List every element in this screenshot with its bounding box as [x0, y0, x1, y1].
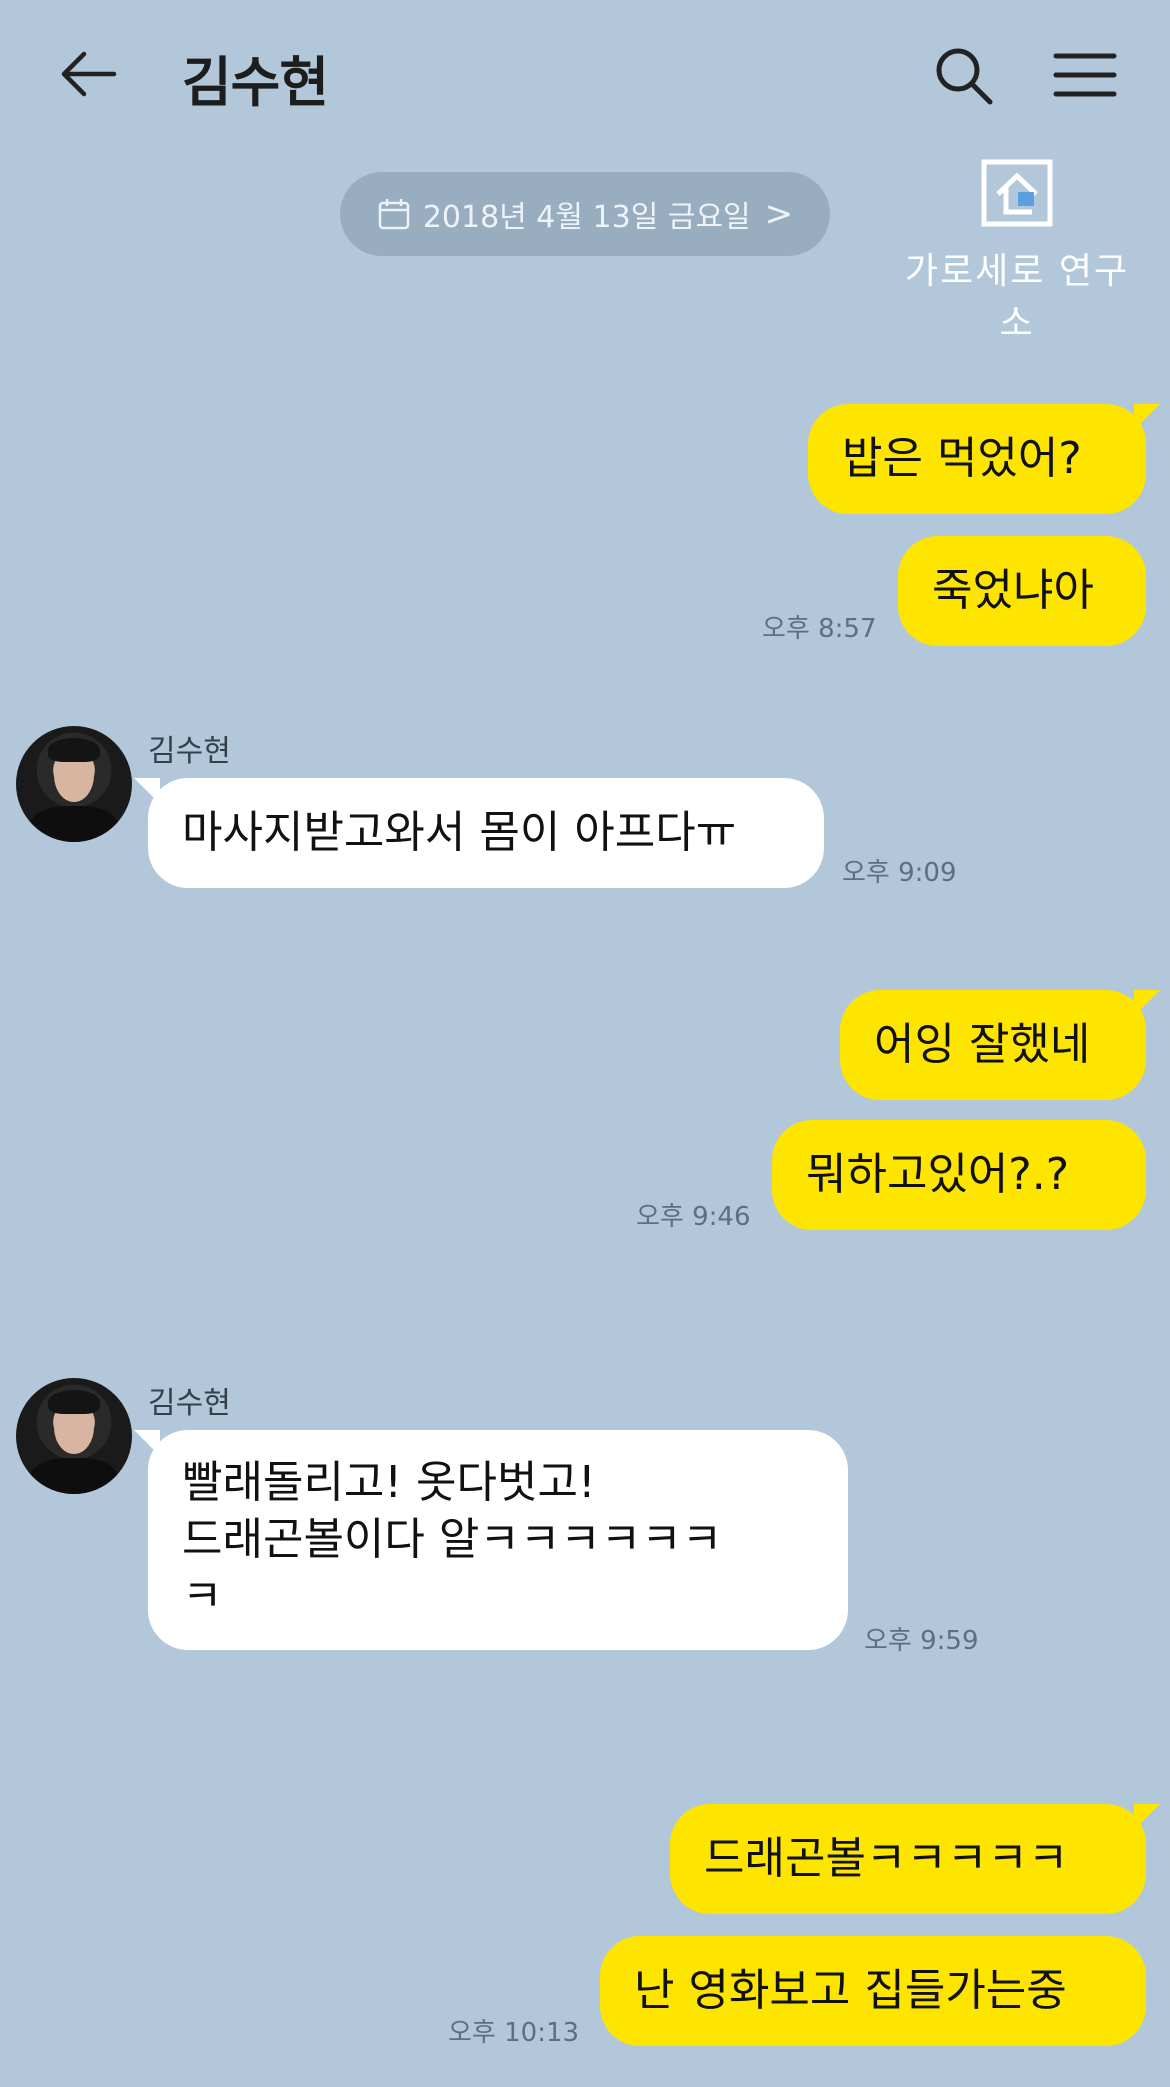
avatar[interactable]: [16, 1378, 132, 1494]
message-line: 드래곤볼이다 알ㅋㅋㅋㅋㅋㅋ: [182, 1514, 723, 1566]
house-logo-icon: [981, 159, 1053, 227]
chat-title: 김수현: [182, 51, 329, 114]
date-text: 2018년 4월 13일 금요일: [422, 200, 751, 235]
back-button[interactable]: [56, 42, 120, 106]
hamburger-menu-icon: [1053, 53, 1117, 97]
arrow-left-icon: [61, 51, 117, 97]
my-message-bubble[interactable]: 뭐하고있어?.?: [772, 1120, 1146, 1230]
message-line: 빨래돌리고! 옷다벗고!: [182, 1457, 596, 1508]
sender-name: 김수현: [148, 734, 231, 769]
their-message-bubble[interactable]: 마사지받고와서 몸이 아프다ㅠ: [134, 778, 824, 888]
date-banner[interactable]: 2018년 4월 13일 금요일 >: [340, 172, 830, 256]
watermark-text: 가로세로 연구소: [904, 251, 1130, 344]
search-icon: [936, 48, 993, 105]
chevron-right-icon: >: [764, 194, 794, 234]
watermark-logo: 가로세로 연구소: [892, 158, 1142, 344]
my-message-bubble[interactable]: 드래곤볼ㅋㅋㅋㅋㅋ: [670, 1804, 1160, 1914]
message-text: 마사지받고와서 몸이 아프다ㅠ: [182, 807, 737, 859]
message-text: 난 영화보고 집들가는중: [634, 1965, 1067, 2017]
search-button[interactable]: [930, 42, 996, 108]
message-line: ㅋ: [182, 1571, 223, 1623]
message-text: 죽었냐아: [932, 565, 1094, 617]
message-time: 오후 9:59: [864, 1626, 979, 1656]
message-text: 뭐하고있어?.?: [806, 1149, 1070, 1201]
message-text: 어잉 잘했네: [874, 1019, 1091, 1071]
message-text: 드래곤볼ㅋㅋㅋㅋㅋ: [704, 1833, 1069, 1885]
message-time: 오후 9:46: [636, 1202, 751, 1232]
their-message-bubble[interactable]: 빨래돌리고! 옷다벗고! 드래곤볼이다 알ㅋㅋㅋㅋㅋㅋ ㅋ: [134, 1430, 848, 1650]
calendar-icon: [378, 199, 410, 230]
avatar[interactable]: [16, 726, 132, 842]
message-time: 오후 9:09: [842, 858, 957, 888]
my-message-bubble[interactable]: 죽었냐아: [898, 536, 1146, 646]
message-time: 오후 8:57: [762, 614, 877, 644]
my-message-bubble[interactable]: 밥은 먹었어?: [808, 404, 1160, 514]
menu-button[interactable]: [1050, 42, 1120, 108]
message-time: 오후 10:13: [448, 2018, 580, 2048]
my-message-bubble[interactable]: 어잉 잘했네: [840, 990, 1160, 1100]
sender-name: 김수현: [148, 1386, 231, 1421]
message-text: 밥은 먹었어?: [842, 433, 1082, 485]
my-message-bubble[interactable]: 난 영화보고 집들가는중: [600, 1936, 1146, 2046]
